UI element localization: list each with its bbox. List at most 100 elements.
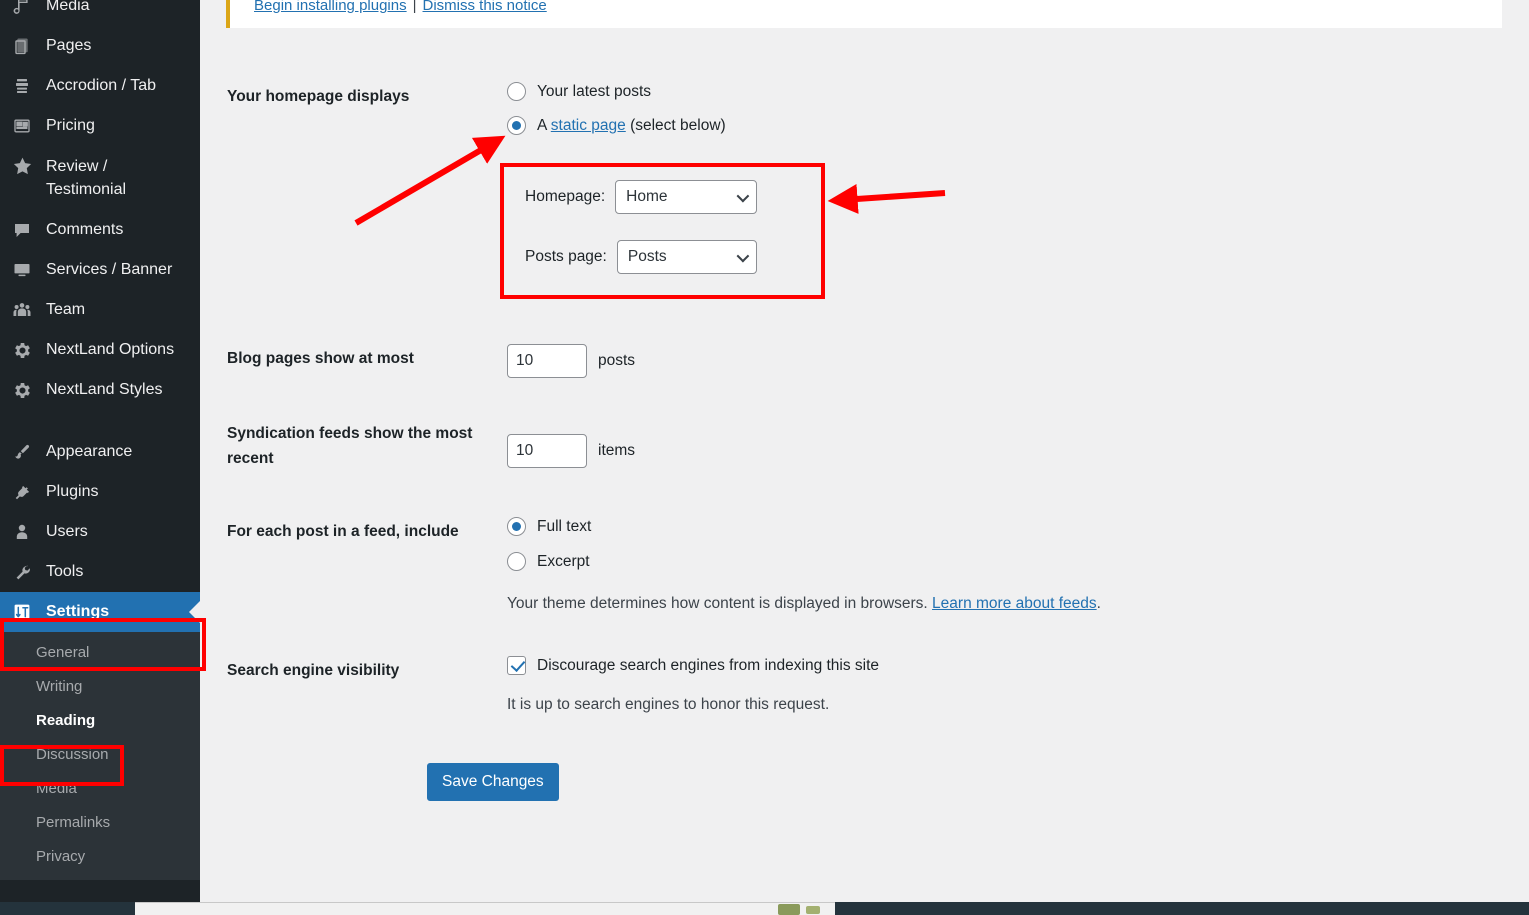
submenu-item-writing[interactable]: Writing [0,670,200,704]
pricing-icon [12,115,42,136]
label-feed-include: For each post in a feed, include [227,523,459,540]
taskbar-app-icon-secondary[interactable] [806,906,820,914]
tools-wrench-icon [12,561,42,582]
discourage-search-engines-label: Discourage search engines from indexing … [537,656,880,674]
taskbar-window-strip [135,902,835,915]
sidebar-item-label: Users [46,523,88,540]
fields-feed-include: Full text Excerpt Your theme determines … [507,517,1327,616]
submenu-item-permalinks[interactable]: Permalinks [0,806,200,840]
sidebar-item-label: Comments [46,221,124,238]
sidebar-item-label: Team [46,301,86,318]
sidebar-item-label: Pages [46,37,92,54]
sidebar-item-label: Review / Testimonial [46,158,127,198]
syndication-feeds-input[interactable] [507,433,587,468]
sidebar-item-team[interactable]: Team [0,290,200,330]
radio-option-static-page[interactable]: A static page (select below) [507,116,1227,135]
static-page-link[interactable]: static page [551,117,626,134]
admin-sidebar: Media Pages Accrodion / Tab Pricing Review /… [0,0,200,902]
row-blog-pages: Blog pages show at most posts [227,344,1227,378]
radio-option-full-text[interactable]: Full text [507,517,1327,536]
radio-full-text-label: Full text [537,517,592,535]
sidebar-item-media[interactable]: Media [0,0,200,26]
label-homepage-displays: Your homepage displays [227,88,410,105]
taskbar-app-icon[interactable] [778,904,800,915]
sidebar-item-pages[interactable]: Pages [0,26,200,66]
feed-helper-text: Your theme determines how content is dis… [507,592,1327,616]
blog-pages-input[interactable] [507,344,587,378]
sidebar-item-settings[interactable]: Settings [0,592,200,632]
homepage-select-label: Homepage: [525,188,606,205]
star-icon [12,155,42,177]
submenu-item-discussion[interactable]: Discussion [0,738,200,772]
search-visibility-helper-text: It is up to search engines to honor this… [507,696,830,713]
appearance-brush-icon [12,441,42,462]
sidebar-item-label: Plugins [46,483,99,500]
save-changes-button[interactable]: Save Changes [427,763,559,801]
sidebar-item-accrodion-tab[interactable]: Accrodion / Tab [0,66,200,106]
sidebar-item-label: Pricing [46,117,95,134]
posts-page-select-label: Posts page: [525,248,607,265]
accordion-icon [12,75,42,96]
sidebar-item-nextland-options[interactable]: NextLand Options [0,330,200,370]
static-prefix-text: A [537,116,551,134]
radio-full-text[interactable] [507,517,526,536]
sidebar-item-services-banner[interactable]: Services / Banner [0,250,200,290]
dismiss-notice-link[interactable]: Dismiss this notice [423,0,547,14]
sidebar-item-comments[interactable]: Comments [0,210,200,250]
radio-static-page[interactable] [507,116,526,135]
plugins-plug-icon [12,481,42,502]
sidebar-item-tools[interactable]: Tools [0,552,200,592]
radio-excerpt-label: Excerpt [537,552,590,570]
sidebar-item-label: Accrodion / Tab [46,77,156,94]
submenu-item-privacy[interactable]: Privacy [0,840,200,874]
submenu-item-general[interactable]: General [0,636,200,670]
sidebar-item-appearance[interactable]: Appearance [0,432,200,472]
submenu-item-reading[interactable]: Reading [0,704,200,738]
radio-option-excerpt[interactable]: Excerpt [507,552,1327,571]
label-search-visibility: Search engine visibility [227,662,400,679]
radio-static-page-label: A static page (select below) [537,117,726,135]
checkbox-option-discourage[interactable]: Discourage search engines from indexing … [507,656,1327,675]
gear-icon [12,339,42,361]
radio-excerpt[interactable] [507,552,526,571]
static-suffix-text: (select below) [625,116,726,134]
learn-more-about-feeds-link[interactable]: Learn more about feeds [932,595,1097,612]
homepage-select[interactable]: Home [615,180,758,214]
sidebar-item-pricing[interactable]: Pricing [0,106,200,146]
begin-installing-plugins-link[interactable]: Begin installing plugins [254,0,407,14]
posts-page-select[interactable]: Posts [616,240,757,274]
label-syndication-feeds: Syndication feeds show the most recent [227,425,473,467]
posts-page-select-wrap: Posts [616,240,757,274]
gear-icon [12,379,42,401]
sidebar-item-review-testimonial[interactable]: Review / Testimonial [0,146,200,210]
current-menu-pointer [189,601,200,623]
radio-option-latest-posts[interactable]: Your latest posts [507,82,1227,101]
sidebar-item-plugins[interactable]: Plugins [0,472,200,512]
discourage-search-engines-checkbox[interactable] [507,656,526,675]
row-homepage-displays: Your homepage displays Your latest posts… [227,82,1227,135]
sidebar-item-users[interactable]: Users [0,512,200,552]
syndication-feeds-suffix: items [598,441,636,459]
content-area: Begin installing plugins | Dismiss this … [200,0,1529,902]
sidebar-item-label: Tools [46,563,84,580]
radio-latest-posts-label: Your latest posts [537,82,652,100]
screen-root: Media Pages Accrodion / Tab Pricing Review /… [0,0,1529,915]
feed-helper-prefix: Your theme determines how content is dis… [507,595,933,612]
comments-icon [12,219,42,240]
feed-helper-suffix: . [1096,595,1101,612]
os-taskbar [0,902,1529,915]
pages-icon [12,35,42,56]
sidebar-item-label: Media [46,0,90,14]
posts-page-select-row: Posts page: Posts [525,240,757,274]
sidebar-item-nextland-styles[interactable]: NextLand Styles [0,370,200,410]
submenu-item-media[interactable]: Media [0,772,200,806]
sidebar-item-label: NextLand Styles [46,381,163,398]
sidebar-item-label: Appearance [46,443,133,460]
fields-search-visibility: Discourage search engines from indexing … [507,656,1327,717]
label-blog-pages: Blog pages show at most [227,350,414,367]
row-feed-include: For each post in a feed, include Full te… [227,517,1327,616]
radio-latest-posts[interactable] [507,82,526,101]
sidebar-menu: Media Pages Accrodion / Tab Pricing Review /… [0,0,200,632]
blog-pages-suffix: posts [598,352,636,369]
notice-separator: | [412,0,417,14]
